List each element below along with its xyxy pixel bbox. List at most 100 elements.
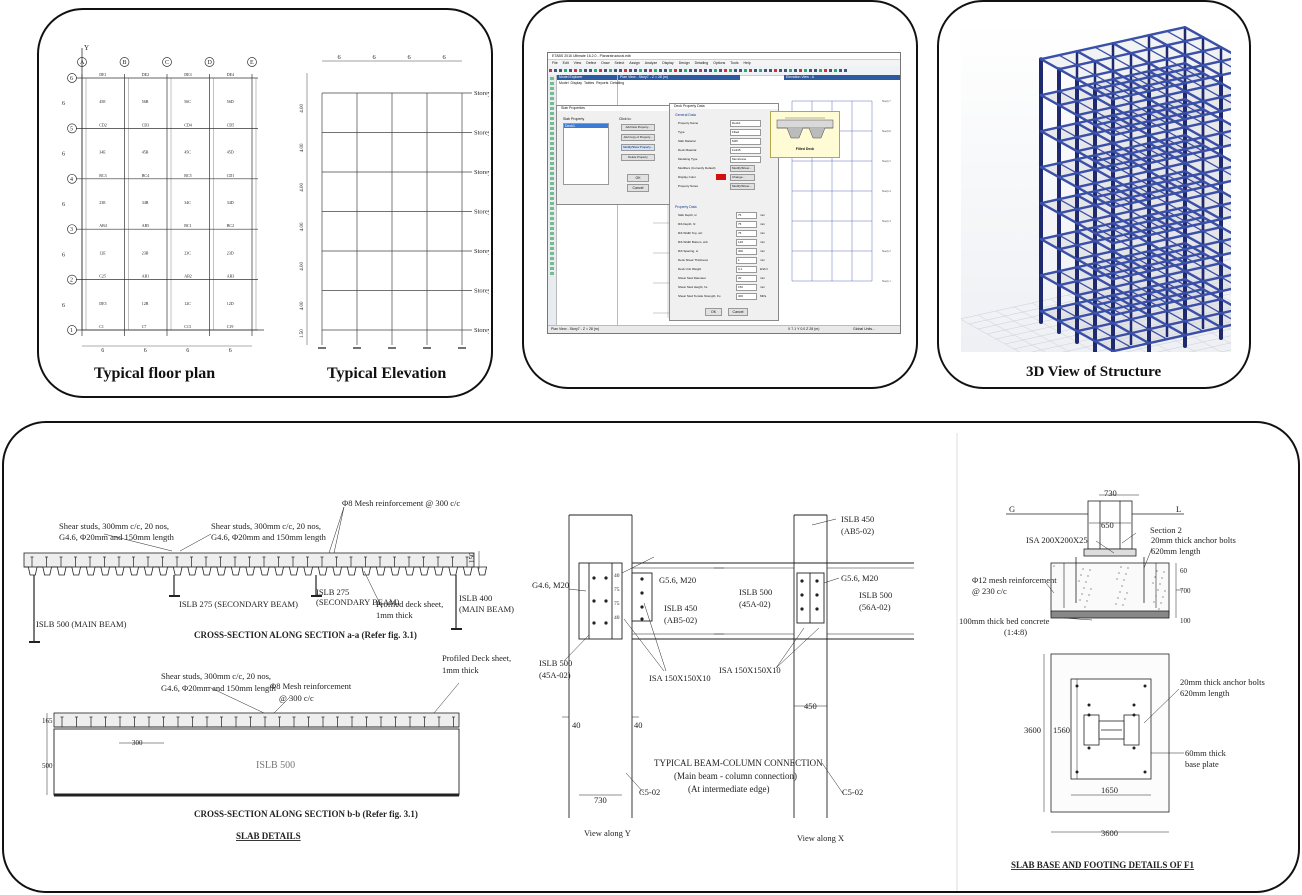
toolbar-button-icon[interactable] (814, 69, 817, 72)
explorer-tab[interactable]: Model (559, 81, 569, 85)
toolbar-button-icon[interactable] (639, 69, 642, 72)
toolbar-button-icon[interactable] (614, 69, 617, 72)
property-field-value[interactable]: 20 (736, 275, 757, 282)
tool-button-icon[interactable] (550, 197, 554, 200)
tool-button-icon[interactable] (550, 202, 554, 205)
tool-button-icon[interactable] (550, 132, 554, 135)
toolbar-button-icon[interactable] (579, 69, 582, 72)
tool-button-icon[interactable] (550, 247, 554, 250)
explorer-tab[interactable]: Reports (596, 81, 608, 85)
explorer-tab[interactable]: Display (571, 81, 582, 85)
toolbar-button-icon[interactable] (554, 69, 557, 72)
explorer-tab[interactable]: Tables (584, 81, 594, 85)
property-field-value[interactable]: 0.1 (736, 266, 757, 273)
toolbar-button-icon[interactable] (839, 69, 842, 72)
tool-button-icon[interactable] (550, 157, 554, 160)
slab-ok-button[interactable]: OK (627, 174, 649, 182)
toolbar-button-icon[interactable] (664, 69, 667, 72)
toolbar-button-icon[interactable] (799, 69, 802, 72)
status-units[interactable]: Global Units... (853, 326, 875, 333)
general-field-value[interactable]: Filled (730, 129, 761, 136)
toolbar-button-icon[interactable] (834, 69, 837, 72)
property-field-value[interactable]: 400 (736, 293, 757, 300)
tool-button-icon[interactable] (550, 237, 554, 240)
tab-elevation-view[interactable]: Elevation View - A (784, 75, 900, 80)
general-field-value[interactable]: Change... (730, 174, 755, 181)
tool-button-icon[interactable] (550, 187, 554, 190)
toolbar-button-icon[interactable] (764, 69, 767, 72)
tool-button-icon[interactable] (550, 177, 554, 180)
tool-button-icon[interactable] (550, 142, 554, 145)
slab-property-list[interactable]: Deck1 (563, 123, 609, 185)
toolbar-button-icon[interactable] (774, 69, 777, 72)
tool-button-icon[interactable] (550, 102, 554, 105)
general-field-value[interactable]: Membrane (730, 156, 761, 163)
toolbar-button-icon[interactable] (714, 69, 717, 72)
general-field-value[interactable]: Fe345 (730, 147, 761, 154)
toolbar-button-icon[interactable] (829, 69, 832, 72)
toolbar-button-icon[interactable] (694, 69, 697, 72)
toolbar-button-icon[interactable] (784, 69, 787, 72)
toolbar-button-icon[interactable] (704, 69, 707, 72)
slab-action-button[interactable]: Add Copy of Property... (621, 134, 655, 141)
toolbar-button-icon[interactable] (644, 69, 647, 72)
toolbar-button-icon[interactable] (599, 69, 602, 72)
deck-ok-button[interactable]: OK (705, 308, 722, 316)
property-field-value[interactable]: 75 (736, 212, 757, 219)
property-field-value[interactable]: 120 (736, 239, 757, 246)
property-field-value[interactable]: 1 (736, 257, 757, 264)
slab-action-button[interactable]: Modify/Show Property... (621, 144, 655, 151)
slab-action-button[interactable]: Add New Property... (621, 124, 655, 131)
toolbar-button-icon[interactable] (569, 69, 572, 72)
property-field-value[interactable]: 75 (736, 221, 757, 228)
toolbar-button-icon[interactable] (729, 69, 732, 72)
explorer-tab[interactable]: Detailing (610, 81, 624, 85)
toolbar-button-icon[interactable] (699, 69, 702, 72)
display-color-swatch[interactable] (716, 174, 726, 180)
tool-button-icon[interactable] (550, 192, 554, 195)
tool-button-icon[interactable] (550, 92, 554, 95)
toolbar-button-icon[interactable] (689, 69, 692, 72)
tool-button-icon[interactable] (550, 227, 554, 230)
tool-button-icon[interactable] (550, 232, 554, 235)
tool-button-icon[interactable] (550, 167, 554, 170)
toolbar-button-icon[interactable] (564, 69, 567, 72)
general-field-value[interactable]: M25 (730, 138, 761, 145)
toolbar-button-icon[interactable] (734, 69, 737, 72)
tool-button-icon[interactable] (550, 222, 554, 225)
toolbar-button-icon[interactable] (584, 69, 587, 72)
toolbar-button-icon[interactable] (654, 69, 657, 72)
slab-action-button[interactable]: Delete Property (621, 154, 655, 161)
toolbar-button-icon[interactable] (719, 69, 722, 72)
toolbar-button-icon[interactable] (624, 69, 627, 72)
tool-button-icon[interactable] (550, 97, 554, 100)
toolbar-button-icon[interactable] (824, 69, 827, 72)
property-field-value[interactable]: 150 (736, 284, 757, 291)
toolbar-button-icon[interactable] (649, 69, 652, 72)
deck-cancel-button[interactable]: Cancel (728, 308, 748, 316)
general-field-value[interactable]: Modify/Show... (730, 183, 755, 190)
toolbar-button-icon[interactable] (669, 69, 672, 72)
tool-button-icon[interactable] (550, 127, 554, 130)
toolbar-button-icon[interactable] (674, 69, 677, 72)
tool-button-icon[interactable] (550, 122, 554, 125)
toolbar-button-icon[interactable] (724, 69, 727, 72)
property-field-value[interactable]: 300 (736, 248, 757, 255)
tool-button-icon[interactable] (550, 267, 554, 270)
toolbar-button-icon[interactable] (679, 69, 682, 72)
tool-button-icon[interactable] (550, 152, 554, 155)
toolbar-button-icon[interactable] (619, 69, 622, 72)
toolbar-button-icon[interactable] (819, 69, 822, 72)
tool-button-icon[interactable] (550, 82, 554, 85)
tool-button-icon[interactable] (550, 137, 554, 140)
tab-plan-view[interactable]: Plan View - Story7 - Z = 28 (m) (618, 75, 740, 80)
tool-button-icon[interactable] (550, 257, 554, 260)
toolbar-button-icon[interactable] (594, 69, 597, 72)
toolbar-button-icon[interactable] (759, 69, 762, 72)
toolbar-button-icon[interactable] (709, 69, 712, 72)
toolbar-button-icon[interactable] (809, 69, 812, 72)
toolbar-button-icon[interactable] (684, 69, 687, 72)
tool-button-icon[interactable] (550, 272, 554, 275)
toolbar-button-icon[interactable] (559, 69, 562, 72)
toolbar-button-icon[interactable] (549, 69, 552, 72)
